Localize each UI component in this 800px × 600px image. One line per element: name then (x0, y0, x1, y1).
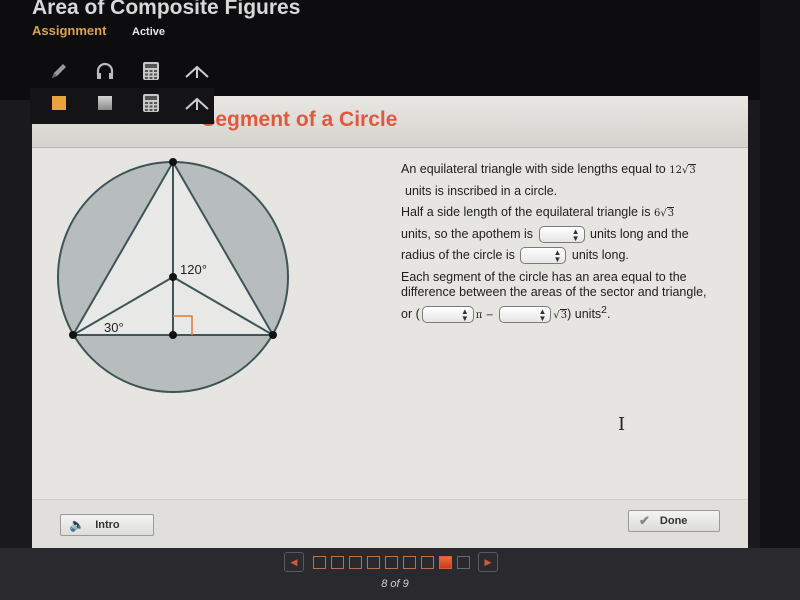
midpoint (169, 331, 177, 339)
arrow-left-icon: ◀ (290, 556, 298, 567)
panel-footer: 🔈 Intro ✔ Done (32, 499, 748, 548)
intro-button[interactable]: 🔈 Intro (60, 514, 154, 536)
gray-square-icon[interactable] (82, 92, 128, 114)
page-dot-3[interactable] (348, 555, 362, 569)
sqrt3-coefficient-dropdown[interactable]: ▲ ▼ (499, 306, 552, 324)
page-dots (310, 555, 472, 569)
calculator-icon[interactable] (128, 60, 174, 82)
prompt-line-1b: units is inscribed in a circle. (405, 184, 558, 198)
angle-label-30: 30° (104, 320, 124, 335)
popup-toolbar (36, 92, 220, 114)
done-button[interactable]: ✔ Done (628, 510, 720, 532)
prompt-line-5: Each segment of the circle has an area e… (401, 270, 707, 299)
stepper-arrows-icon: ▲ ▼ (553, 248, 562, 265)
collapse-icon[interactable] (174, 92, 220, 114)
vertex-top (169, 158, 177, 166)
page-dot-6[interactable] (402, 555, 416, 569)
side-length-math: 12√3 (669, 164, 696, 176)
page-dot-5[interactable] (384, 555, 398, 569)
page-dot-4[interactable] (366, 555, 380, 569)
vertex-left (69, 331, 77, 339)
speaker-icon: 🔈 (69, 517, 86, 532)
status-label: Active (132, 26, 166, 38)
page-dot-1[interactable] (312, 555, 326, 569)
sqrt3-math: √3 (553, 309, 568, 322)
app-title: Area of Composite Figures (32, 0, 301, 19)
page-dot-2[interactable] (330, 555, 344, 569)
page-dot-8[interactable] (438, 555, 452, 569)
radicand: 3 (688, 164, 696, 176)
vertex-right (269, 331, 277, 339)
tool-popup (30, 88, 214, 124)
text: Half a side length of the equilateral tr… (401, 205, 651, 219)
done-label: Done (659, 515, 688, 527)
page-count: 8 of 9 (381, 578, 409, 590)
text-cursor-icon: I (618, 414, 626, 435)
text: or ( (401, 307, 420, 322)
pager: ◀ ▶ (284, 552, 498, 572)
next-page-button[interactable]: ▶ (478, 552, 498, 572)
arrow-right-icon: ▶ (484, 556, 492, 567)
page-dot-9[interactable] (456, 555, 470, 569)
page-dot-7[interactable] (420, 555, 434, 569)
orange-square-icon[interactable] (36, 92, 82, 114)
coef: 12 (669, 165, 682, 176)
checkmark-icon: ✔ (639, 513, 650, 528)
previous-page-button[interactable]: ◀ (284, 552, 304, 572)
coef: 6 (653, 208, 661, 219)
prompt-line-1: An equilateral triangle with side length… (401, 159, 741, 181)
toolbar (36, 60, 220, 82)
apothem-dropdown[interactable]: ▲ ▼ (538, 226, 585, 244)
radius-dropdown[interactable]: ▲ ▼ (520, 247, 567, 265)
text: units long. (571, 248, 629, 262)
text: radius of the circle is (401, 248, 515, 262)
half-length-math: 6√3 (653, 207, 675, 219)
prompt-line-3: units, so the apothem is ▲ ▼ units long a… (401, 224, 741, 245)
question-text: An equilateral triangle with side length… (401, 159, 741, 326)
calculator-icon[interactable] (128, 92, 174, 114)
stepper-arrows-icon: ▲ ▼ (460, 307, 469, 324)
text: units, so the apothem is (401, 227, 534, 241)
intro-label: Intro (95, 519, 120, 531)
text: units long and the (590, 227, 689, 241)
top-bar: Area of Composite Figures Assignment Act… (0, 0, 800, 100)
radicand: 3 (666, 207, 675, 219)
circle-figure: 120° 30° (57, 158, 289, 393)
assignment-label: Assignment (32, 23, 107, 38)
pencil-icon[interactable] (36, 60, 82, 82)
collapse-icon[interactable] (174, 60, 220, 82)
center-point (169, 273, 177, 281)
prompt-line-4: radius of the circle is ▲ ▼ units long. (401, 245, 741, 266)
stepper-arrows-icon: ▲ ▼ (571, 227, 580, 244)
screen-edge (760, 0, 800, 600)
text: ) units (567, 307, 602, 322)
stepper-arrows-icon: ▲ ▼ (538, 307, 547, 324)
prompt-line-2: Half a side length of the equilateral tr… (401, 202, 741, 224)
prompt-line-6: or (▲ ▼ π − ▲ ▼ √3) units2. (401, 300, 741, 326)
pi-coefficient-dropdown[interactable]: ▲ ▼ (421, 306, 474, 324)
lesson-panel: Examining the Segment of a Circle 120° (32, 96, 748, 548)
angle-label-120: 120° (180, 262, 207, 277)
lesson-title-text: Segment of a Circle (201, 108, 398, 131)
panel-body: 120° 30° An equilateral triangle with si… (32, 149, 748, 499)
pi-symbol: π − (475, 310, 494, 322)
text: . (606, 307, 611, 322)
headphones-icon[interactable] (82, 60, 128, 82)
text: An equilateral triangle with side length… (401, 162, 666, 176)
